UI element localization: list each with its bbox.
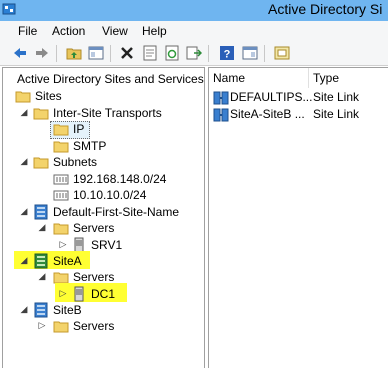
window-title: Active Directory Si bbox=[268, 1, 383, 17]
refresh-icon[interactable] bbox=[164, 45, 180, 61]
folder-icon bbox=[53, 141, 69, 153]
collapse-arrow-icon[interactable]: ◢ bbox=[19, 205, 29, 217]
folder-icon bbox=[53, 223, 69, 235]
title-bar: Active Directory Si bbox=[0, 0, 388, 21]
tree-item-default-site[interactable]: ◢ Default-First-Site-Name bbox=[3, 204, 203, 220]
tree-item-inter-site-transports[interactable]: ◢ Inter-Site Transports bbox=[3, 105, 203, 121]
expand-arrow-icon[interactable]: ▷ bbox=[37, 319, 47, 331]
collapse-arrow-icon[interactable]: ◢ bbox=[37, 270, 47, 282]
tree-label: Inter-Site Transports bbox=[53, 106, 162, 120]
help-icon[interactable]: ? bbox=[219, 45, 235, 61]
column-header-name[interactable]: Name bbox=[209, 68, 309, 88]
folder-icon bbox=[15, 91, 31, 103]
console-icon[interactable] bbox=[242, 45, 258, 61]
tree-item-dc1[interactable]: ▷ DC1 bbox=[3, 286, 203, 302]
menu-view[interactable]: View bbox=[102, 24, 128, 38]
tree-item-siteb[interactable]: ◢ SiteB bbox=[3, 302, 203, 318]
new-window-icon[interactable] bbox=[274, 45, 290, 61]
back-arrow-icon[interactable] bbox=[12, 45, 28, 61]
tree-label: SMTP bbox=[73, 139, 107, 153]
subnet-icon bbox=[53, 190, 69, 201]
delete-icon[interactable] bbox=[119, 45, 135, 61]
toolbar: ? bbox=[0, 42, 388, 66]
tree-label: Subnets bbox=[53, 155, 98, 169]
tree-root[interactable]: Active Directory Sites and Services [ bbox=[3, 71, 205, 87]
list-item-name: SiteA-SiteB ... bbox=[230, 107, 305, 121]
tree-label: SiteB bbox=[53, 303, 82, 317]
tree-item-sites[interactable]: Sites bbox=[3, 88, 203, 104]
menu-file[interactable]: File bbox=[18, 24, 37, 38]
tree-item-servers[interactable]: ◢ Servers bbox=[3, 220, 203, 236]
site-link-icon bbox=[213, 91, 229, 105]
tree-label: SiteA bbox=[53, 254, 82, 268]
toolbar-separator bbox=[56, 45, 57, 62]
folder-icon bbox=[53, 321, 69, 333]
menu-action[interactable]: Action bbox=[52, 24, 85, 38]
tree-label: Servers bbox=[73, 270, 115, 284]
tree-label: 10.10.10.0/24 bbox=[73, 188, 147, 202]
column-header-label: Name bbox=[213, 71, 246, 85]
console-tree-pane[interactable]: Active Directory Sites and Services [ Si… bbox=[2, 67, 205, 368]
expand-arrow-icon[interactable]: ▷ bbox=[58, 287, 68, 299]
app-icon bbox=[2, 3, 16, 15]
tree-label: Default-First-Site-Name bbox=[53, 205, 180, 219]
collapse-arrow-icon[interactable]: ◢ bbox=[19, 106, 29, 118]
tree-item-smtp[interactable]: SMTP bbox=[3, 138, 203, 154]
column-header-label: Type bbox=[313, 71, 340, 85]
toolbar-separator bbox=[208, 45, 209, 62]
tree-label: DC1 bbox=[91, 287, 116, 301]
menu-help[interactable]: Help bbox=[142, 24, 167, 38]
tree-label: SRV1 bbox=[91, 238, 123, 252]
folder-icon bbox=[53, 124, 69, 136]
tree-label: Servers bbox=[73, 221, 115, 235]
show-tree-icon[interactable] bbox=[88, 45, 104, 61]
collapse-arrow-icon[interactable]: ◢ bbox=[19, 155, 29, 167]
forward-arrow-icon[interactable] bbox=[34, 45, 50, 61]
export-list-icon[interactable] bbox=[186, 45, 202, 61]
tree-label: Sites bbox=[35, 89, 62, 103]
up-folder-icon[interactable] bbox=[66, 45, 82, 61]
site-icon bbox=[34, 204, 48, 220]
collapse-arrow-icon[interactable]: ◢ bbox=[19, 254, 29, 266]
site-icon bbox=[34, 302, 48, 318]
toolbar-separator bbox=[264, 45, 265, 62]
subnet-icon bbox=[53, 174, 69, 185]
toolbar-separator bbox=[110, 45, 111, 62]
collapse-arrow-icon[interactable]: ◢ bbox=[19, 303, 29, 315]
server-icon bbox=[74, 286, 84, 302]
list-item-name: DEFAULTIPS... bbox=[230, 90, 313, 104]
expand-arrow-icon[interactable]: ▷ bbox=[58, 238, 68, 250]
properties-icon[interactable] bbox=[142, 45, 158, 61]
tree-label: Servers bbox=[73, 319, 115, 333]
tree-item-subnet[interactable]: 192.168.148.0/24 bbox=[3, 171, 203, 187]
tree-label: IP bbox=[73, 122, 85, 136]
list-item-type: Site Link bbox=[313, 90, 360, 104]
column-header-type[interactable]: Type bbox=[309, 68, 388, 88]
tree-item-servers[interactable]: ▷ Servers bbox=[3, 318, 203, 334]
list-item-type: Site Link bbox=[313, 107, 360, 121]
tree-item-subnet[interactable]: 10.10.10.0/24 bbox=[3, 187, 203, 203]
site-link-icon bbox=[213, 108, 229, 122]
list-item[interactable]: SiteA-SiteB ... Site Link bbox=[209, 106, 388, 123]
menu-bar: File Action View Help bbox=[0, 21, 388, 43]
list-item[interactable]: DEFAULTIPS... Site Link bbox=[209, 89, 388, 106]
tree-root-label: Active Directory Sites and Services [ bbox=[17, 72, 205, 86]
details-pane[interactable]: Name Type DEFAULTIPS... Site Link SiteA-… bbox=[208, 67, 388, 368]
tree-label: 192.168.148.0/24 bbox=[73, 172, 167, 186]
svg-text:?: ? bbox=[224, 49, 231, 61]
site-icon bbox=[34, 253, 48, 269]
tree-item-ip[interactable]: IP bbox=[3, 121, 203, 137]
tree-item-subnets[interactable]: ◢ Subnets bbox=[3, 154, 203, 170]
collapse-arrow-icon[interactable]: ◢ bbox=[37, 221, 47, 233]
folder-icon bbox=[33, 108, 49, 120]
folder-icon bbox=[33, 157, 49, 169]
tree-item-sitea[interactable]: ◢ SiteA bbox=[3, 253, 203, 269]
